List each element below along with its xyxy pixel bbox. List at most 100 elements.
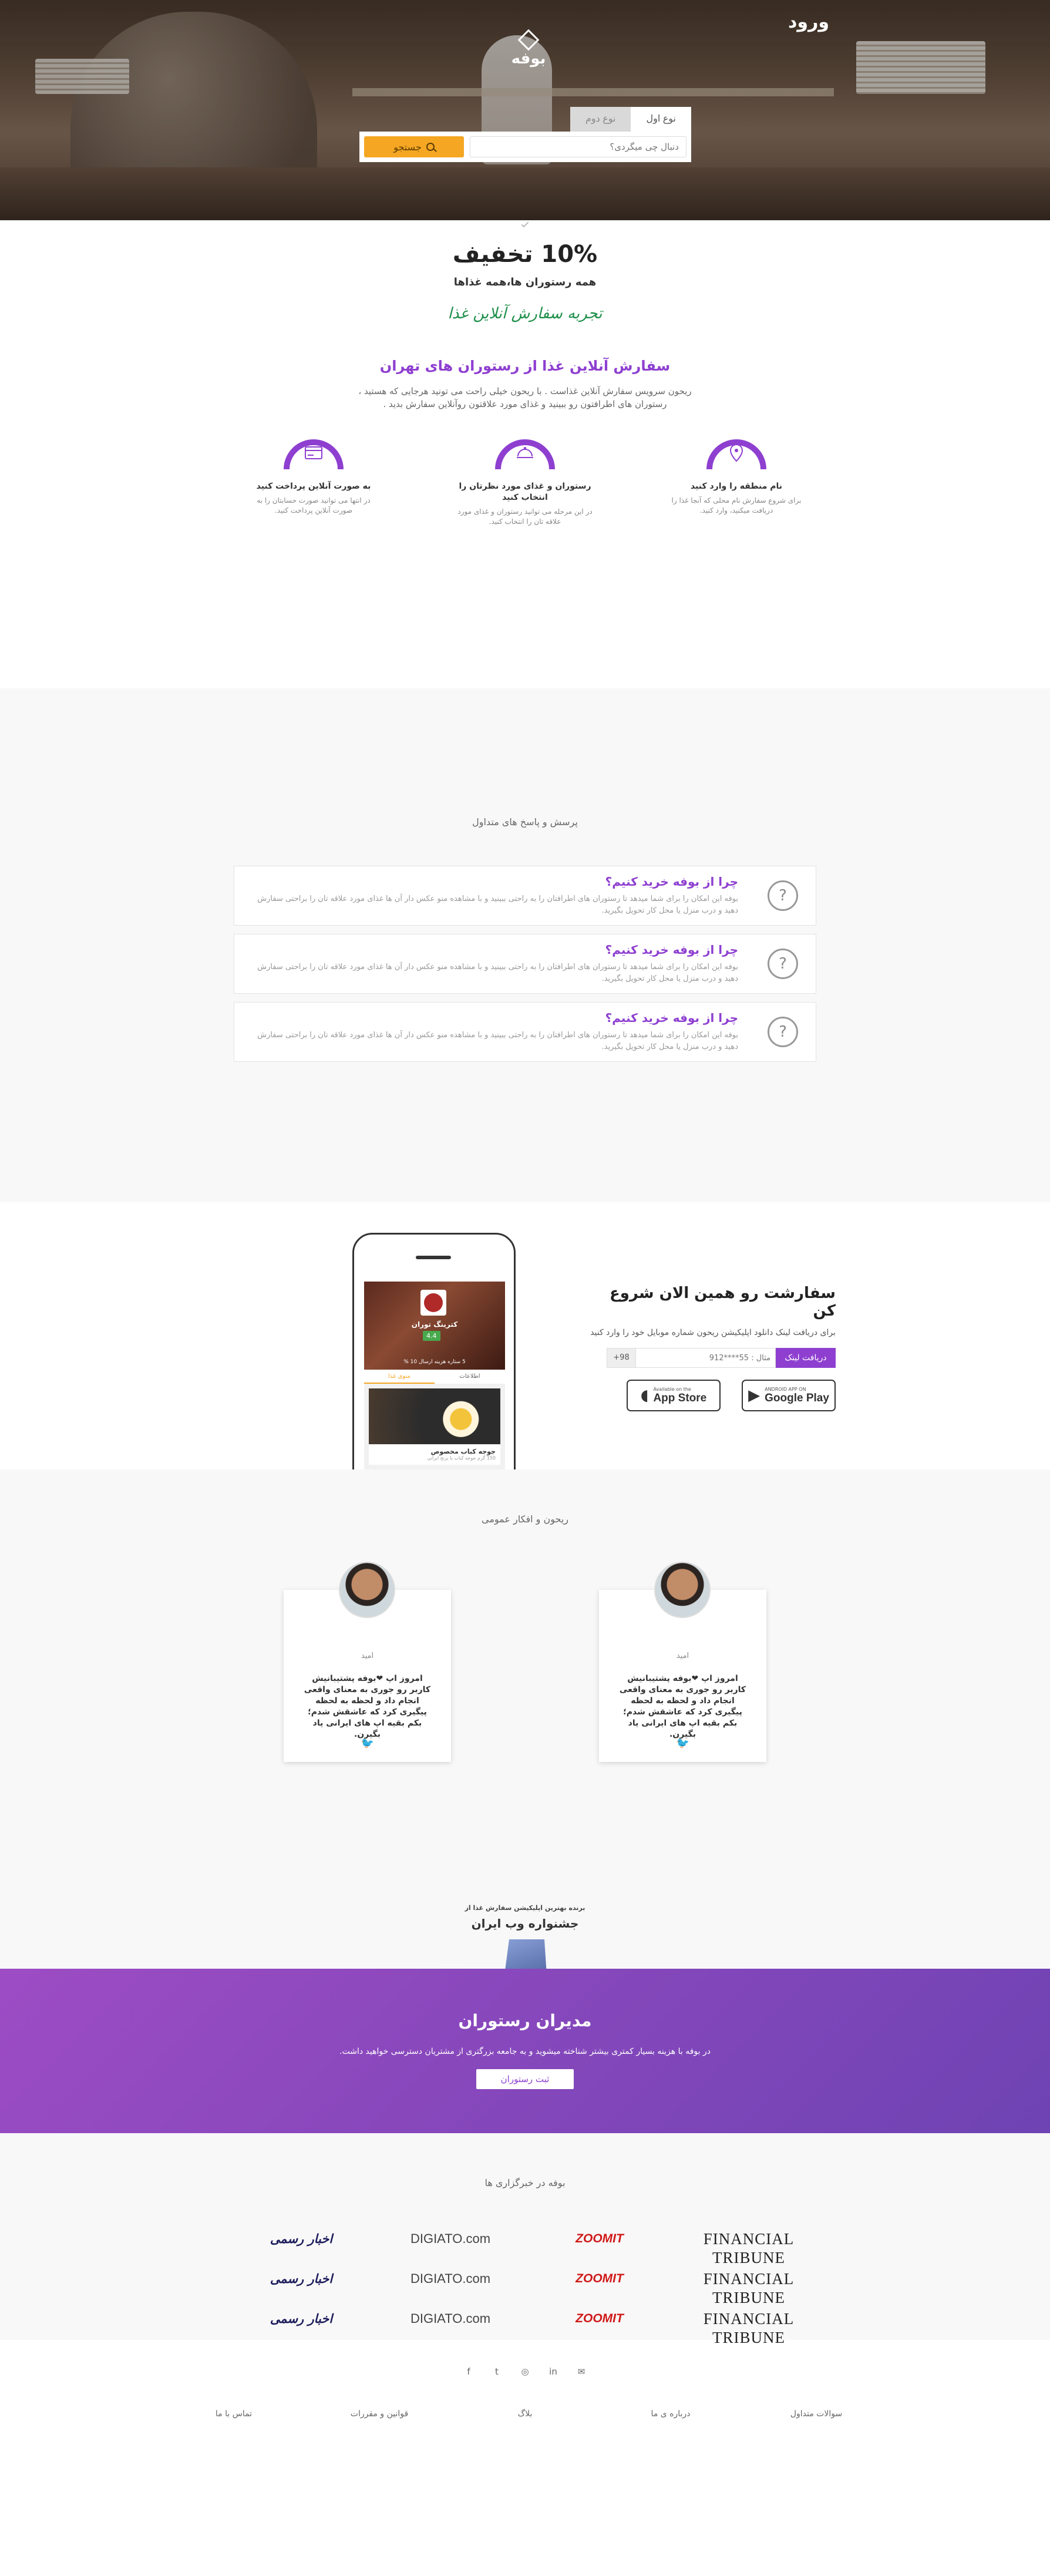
app-store-badge[interactable]: ◖ Available on the App Store bbox=[627, 1380, 721, 1411]
food-subtitle: 150 گرم جوجه کباب با برنج ایرانی bbox=[427, 1455, 496, 1461]
about-section: سفارش آنلاین غذا از رستوران های تهران ری… bbox=[0, 358, 1050, 411]
faq-item[interactable]: ? چرا از بوفه خرید کنیم؟ بوفه این امکان … bbox=[234, 934, 816, 994]
footer: f t ◎ in ✉ سوالات متداول درباره ی ما بلا… bbox=[0, 2340, 1050, 2481]
facebook-icon[interactable]: f bbox=[463, 2366, 474, 2377]
faq-text: چرا از بوفه خرید کنیم؟ بوفه این امکان را… bbox=[257, 943, 738, 985]
about-line-2: رستوران های اطرافتون رو ببینید و غذای مو… bbox=[383, 399, 667, 409]
restaurant-rating: 4.4 bbox=[423, 1331, 440, 1341]
faq-answer-line: دهید و درب منزل یا محل کار تحویل بگیرید. bbox=[601, 1042, 738, 1051]
managers-text: در بوفه با هزینه بسیار کمتری بیشتر شناخت… bbox=[339, 2047, 711, 2056]
testimonial-name: امید bbox=[361, 1652, 374, 1660]
hero-banner: ورود بوفه نوع اول نوع دوم جستجو bbox=[0, 0, 1050, 220]
twitter-icon[interactable]: 🐦 bbox=[361, 1737, 374, 1750]
site-logo[interactable]: بوفه bbox=[511, 29, 546, 68]
faq-item[interactable]: ? چرا از بوفه خرید کنیم؟ بوفه این امکان … bbox=[234, 866, 816, 926]
zoomit-logo[interactable]: ZOOMIT bbox=[525, 2229, 674, 2248]
faq-question: چرا از بوفه خرید کنیم؟ bbox=[605, 943, 738, 957]
google-play-small: ANDROID APP ON bbox=[765, 1386, 806, 1392]
discount-headline: 10% تخفیف bbox=[452, 241, 598, 268]
digiato-logo[interactable]: DIGIATO.com bbox=[376, 2229, 525, 2248]
testimonial-name: امید bbox=[676, 1652, 689, 1660]
financial-tribune-logo[interactable]: FINANCIAL TRIBUNE bbox=[674, 2229, 823, 2266]
zoomit-logo[interactable]: ZOOMIT bbox=[525, 2269, 674, 2288]
app-store-text: Available on the App Store bbox=[653, 1387, 706, 1405]
google-play-big: Google Play bbox=[765, 1391, 829, 1404]
footer-link-terms[interactable]: قوانین و مقررات bbox=[307, 2409, 452, 2419]
instagram-icon[interactable]: ◎ bbox=[520, 2366, 530, 2377]
food-dish-icon bbox=[492, 422, 558, 475]
feature-title: به صورت آنلاین پرداخت کنید bbox=[256, 482, 371, 491]
faq-answer-line: دهید و درب منزل یا محل کار تحویل بگیرید. bbox=[601, 906, 738, 915]
feature-desc: در این مرحله می توانید رستوران و غذای مو… bbox=[457, 507, 593, 526]
social-links: f t ◎ in ✉ bbox=[0, 2366, 1050, 2377]
footer-link-blog[interactable]: بلاگ bbox=[452, 2409, 598, 2419]
faq-answer: بوفه این امکان را برای شما میدهد تا رستو… bbox=[257, 893, 738, 917]
twitter-icon[interactable]: 🐦 bbox=[677, 1737, 689, 1750]
search-input[interactable] bbox=[470, 136, 686, 157]
restaurant-meta: 5 ستاره هزینه ارسال 10 % bbox=[403, 1359, 466, 1365]
faq-title: پرسش و پاسخ های متداول bbox=[472, 816, 578, 828]
akhbar-rasmi-logo[interactable]: اخبار رسمی bbox=[227, 2229, 376, 2248]
footer-link-faq[interactable]: سوالات متداول bbox=[743, 2409, 889, 2419]
digiato-logo[interactable]: DIGIATO.com bbox=[376, 2309, 525, 2328]
testimonial-card: امید امروز اپ ❤بوفه پشتیبانیش کاربر رو ج… bbox=[599, 1562, 766, 1762]
about-text: ریحون سرویس سفارش آنلاین غذاست . با ریحو… bbox=[0, 385, 1050, 411]
get-link-button[interactable]: دریافت لینک bbox=[776, 1348, 836, 1368]
feature-desc: برای شروع سفارش نام محلی که آنجا غذا را … bbox=[671, 496, 802, 514]
login-link[interactable]: ورود bbox=[788, 12, 829, 32]
restaurant-managers-banner: مدیران رستوران در بوفه با هزینه بسیار کم… bbox=[0, 1969, 1050, 2133]
faq-text: چرا از بوفه خرید کنیم؟ بوفه این امکان را… bbox=[257, 875, 738, 917]
search-icon bbox=[426, 143, 435, 151]
footer-nav: سوالات متداول درباره ی ما بلاگ قوانین و … bbox=[0, 2409, 1050, 2419]
apple-icon: ◖ bbox=[640, 1387, 649, 1404]
testimonial-text: امروز اپ ❤بوفه پشتیبانیش کاربر رو جوری ب… bbox=[619, 1674, 746, 1739]
akhbar-rasmi-logo[interactable]: اخبار رسمی bbox=[227, 2309, 376, 2328]
question-mark-icon: ? bbox=[768, 880, 798, 911]
question-mark-icon: ? bbox=[768, 1017, 798, 1047]
digiato-logo[interactable]: DIGIATO.com bbox=[376, 2269, 525, 2288]
search-button[interactable]: جستجو bbox=[364, 136, 464, 157]
news-title: بوفه در خبرگزاری ها bbox=[484, 2177, 566, 2188]
news-section: بوفه در خبرگزاری ها FINANCIAL TRIBUNE ZO… bbox=[0, 2133, 1050, 2346]
app-download-text: سفارشت رو همین الان شروع کن برای دریافت … bbox=[583, 1284, 836, 1411]
footer-link-about[interactable]: درباره ی ما bbox=[598, 2409, 743, 2419]
envelope-icon[interactable]: ✉ bbox=[576, 2366, 587, 2377]
managers-title: مدیران رستوران bbox=[458, 2011, 592, 2030]
footer-link-contact[interactable]: تماس با ما bbox=[161, 2409, 307, 2419]
faq-question: چرا از بوفه خرید کنیم؟ bbox=[605, 1011, 738, 1025]
search-tab-first[interactable]: نوع اول bbox=[631, 107, 691, 132]
phone-screen: کترینگ توران 4.4 5 ستاره هزینه ارسال 10 … bbox=[364, 1282, 505, 1469]
feature-restaurant: رستوران و غذای مورد نظرتان را انتخاب کنی… bbox=[457, 422, 593, 527]
faq-answer: بوفه این امکان را برای شما میدهد تا رستو… bbox=[257, 961, 738, 985]
register-restaurant-button[interactable]: ثبت رستوران bbox=[476, 2069, 574, 2089]
phone-form: دریافت لینک 98+ bbox=[607, 1348, 836, 1368]
restaurant-name: کترینگ توران bbox=[411, 1320, 458, 1329]
discount-section: 10% تخفیف همه رستوران ها،همه غذاها تجربه… bbox=[0, 220, 1050, 322]
linkedin-icon[interactable]: in bbox=[548, 2366, 558, 2377]
logo-diamond-icon bbox=[517, 29, 540, 51]
app-title: سفارشت رو همین الان شروع کن bbox=[609, 1284, 836, 1320]
country-code: 98+ bbox=[607, 1348, 636, 1368]
google-play-badge[interactable]: ▶ ANDROID APP ON Google Play bbox=[742, 1380, 836, 1411]
zoomit-logo[interactable]: ZOOMIT bbox=[525, 2309, 674, 2328]
financial-tribune-logo[interactable]: FINANCIAL TRIBUNE bbox=[674, 2309, 823, 2346]
restaurant-logo bbox=[420, 1290, 446, 1316]
faq-question: چرا از بوفه خرید کنیم؟ bbox=[605, 875, 738, 889]
search-button-label: جستجو bbox=[393, 141, 422, 153]
phone-tab-info: اطلاعات bbox=[459, 1373, 480, 1380]
faq-item[interactable]: ? چرا از بوفه خرید کنیم؟ بوفه این امکان … bbox=[234, 1002, 816, 1062]
award-section: برنده بهترین اپلیکیشن سفارش غذا از جشنوا… bbox=[0, 1798, 1050, 2051]
faq-answer-line: بوفه این امکان را برای شما میدهد تا رستو… bbox=[257, 894, 738, 903]
app-download-section: کترینگ توران 4.4 5 ستاره هزینه ارسال 10 … bbox=[0, 1202, 1050, 1469]
feature-title: نام منطقه را وارد کنید bbox=[690, 482, 783, 491]
twitter-icon[interactable]: t bbox=[492, 2366, 502, 2377]
faq-section: پرسش و پاسخ های متداول ? چرا از بوفه خری… bbox=[0, 688, 1050, 1202]
phone-tab-menu: منوی غذا bbox=[364, 1370, 435, 1384]
search-tab-second[interactable]: نوع دوم bbox=[570, 107, 631, 132]
press-logos: FINANCIAL TRIBUNE ZOOMIT DIGIATO.com اخب… bbox=[227, 2229, 823, 2346]
search-tabs: نوع اول نوع دوم bbox=[359, 107, 691, 132]
akhbar-rasmi-logo[interactable]: اخبار رسمی bbox=[227, 2269, 376, 2288]
financial-tribune-logo[interactable]: FINANCIAL TRIBUNE bbox=[674, 2269, 823, 2306]
testimonial-text: امروز اپ ❤بوفه پشتیبانیش کاربر رو جوری ب… bbox=[304, 1674, 431, 1739]
phone-number-input[interactable] bbox=[636, 1348, 776, 1368]
